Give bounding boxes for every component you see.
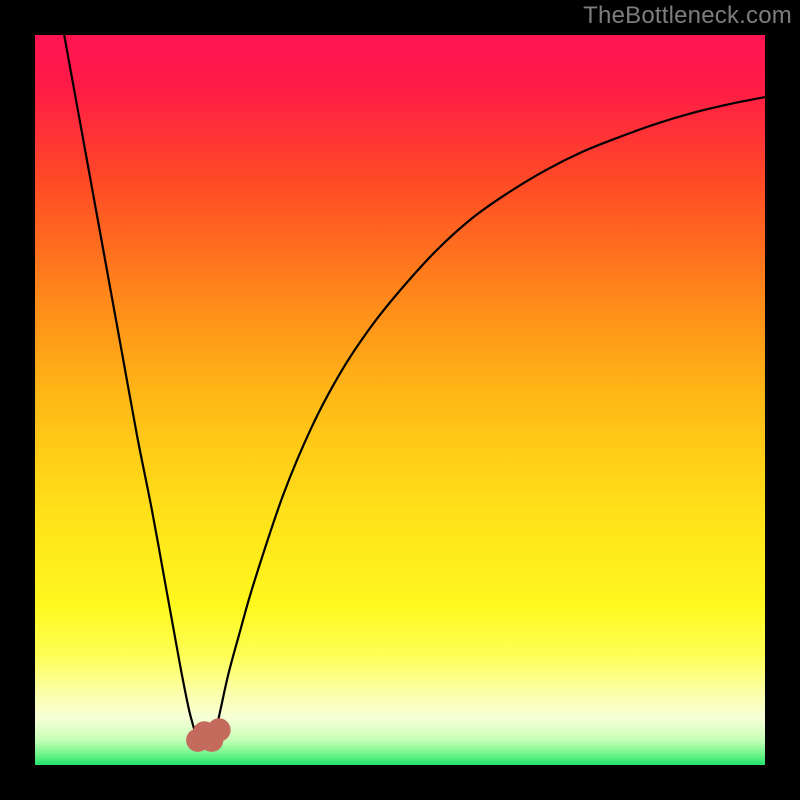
marker-dot: [207, 718, 230, 741]
chart-plot-area: [35, 35, 765, 765]
bottleneck-chart: [35, 35, 765, 765]
watermark-text: TheBottleneck.com: [583, 2, 792, 30]
gradient-background: [35, 35, 765, 765]
chart-frame: TheBottleneck.com: [0, 0, 800, 800]
